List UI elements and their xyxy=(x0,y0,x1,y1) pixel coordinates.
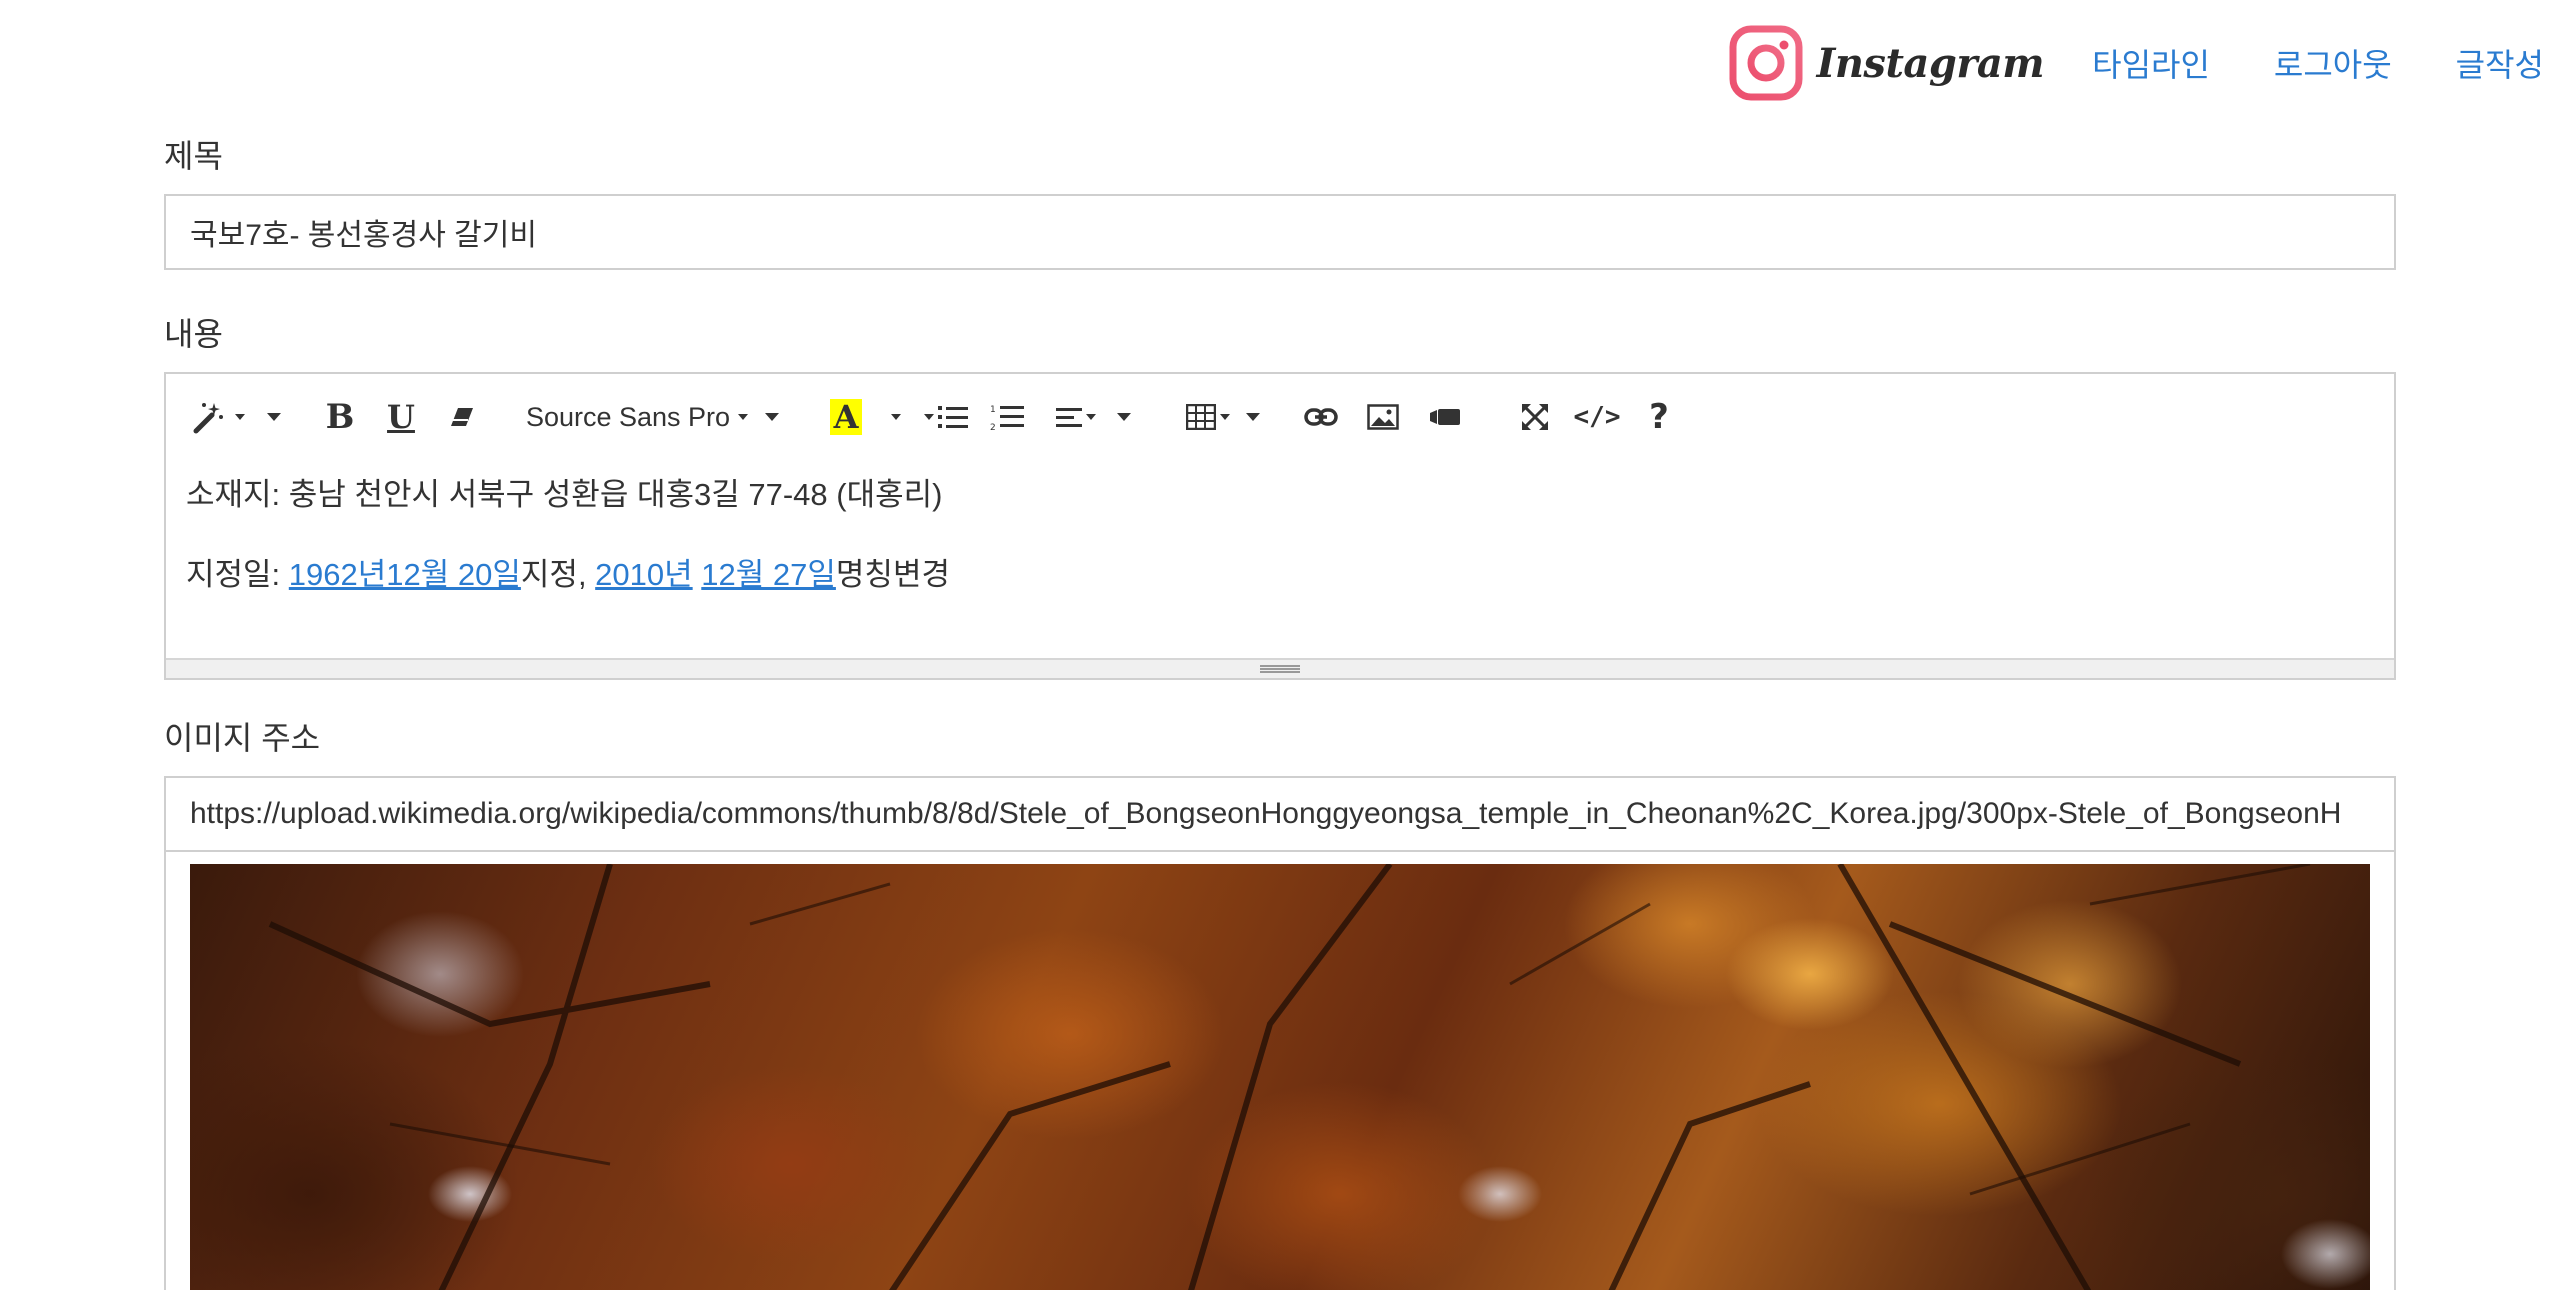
brand-wordmark: Instagram xyxy=(1816,39,2045,87)
ordered-list-icon[interactable]: 1 2 xyxy=(976,392,1038,442)
preview-photo xyxy=(190,864,2370,1290)
style-dropdown-caret[interactable] xyxy=(246,392,302,442)
brand[interactable]: Instagram xyxy=(1729,25,2045,101)
image-url-input[interactable]: https://upload.wikimedia.org/wikipedia/c… xyxy=(164,776,2396,852)
editor-toolbar: B U Source Sans Pro A 1 2 </> ? xyxy=(166,374,2394,460)
font-size-dropdown-caret[interactable] xyxy=(752,392,792,442)
svg-text:1: 1 xyxy=(990,405,996,415)
align-icon[interactable] xyxy=(1046,392,1106,442)
text-color-dropdown-caret[interactable] xyxy=(876,392,912,442)
video-icon[interactable] xyxy=(1414,392,1476,442)
content-line-location: 소재지: 충남 천안시 서북구 성환읍 대홍3길 77-48 (대홍리) xyxy=(186,477,943,512)
nav-link-logout[interactable]: 로그아웃 xyxy=(2274,40,2392,86)
title-label: 제목 xyxy=(164,138,223,174)
bold-button[interactable]: B xyxy=(310,392,370,442)
svg-text:2: 2 xyxy=(990,423,996,431)
top-nav: Instagram 타임라인 로그아웃 글작성 xyxy=(1729,0,2558,126)
date-link-2010[interactable]: 2010년 xyxy=(595,557,692,592)
code-icon[interactable]: </> xyxy=(1566,392,1628,442)
photo-branches xyxy=(268,864,2311,1290)
post-form: 제목 국보7호- 봉선홍경사 갈기비 내용 B U Source Sans Pr… xyxy=(164,130,2396,1290)
magic-icon[interactable] xyxy=(186,392,230,442)
designation-mid: 지정, xyxy=(520,557,596,592)
font-name-label: Source Sans Pro xyxy=(525,401,731,432)
date-link-1962[interactable]: 1962년12월 20일 xyxy=(289,557,521,592)
help-icon[interactable]: ? xyxy=(1628,392,1690,442)
image-preview xyxy=(164,852,2396,1290)
paragraph-dropdown-caret[interactable] xyxy=(1106,392,1142,442)
text-color-button[interactable]: A xyxy=(816,392,876,442)
title-input[interactable]: 국보7호- 봉선홍경사 갈기비 xyxy=(164,194,2396,270)
designation-prefix: 지정일: xyxy=(186,557,289,592)
fullscreen-icon[interactable] xyxy=(1504,392,1566,442)
unordered-list-icon[interactable] xyxy=(912,392,976,442)
resize-grip-icon[interactable] xyxy=(1260,665,1300,673)
magic-dropdown-caret[interactable] xyxy=(230,392,246,442)
eraser-icon[interactable] xyxy=(432,392,492,442)
picture-icon[interactable] xyxy=(1352,392,1414,442)
page: Instagram 타임라인 로그아웃 글작성 제목 국보7호- 봉선홍경사 갈… xyxy=(0,0,2558,1290)
nav-link-write[interactable]: 글작성 xyxy=(2456,40,2544,86)
editor-content[interactable]: 소재지: 충남 천안시 서북구 성환읍 대홍3길 77-48 (대홍리) 지정일… xyxy=(166,460,2394,658)
image-url-label: 이미지 주소 xyxy=(164,720,321,756)
insert-dropdown-caret[interactable] xyxy=(1238,392,1268,442)
text-color-icon: A xyxy=(829,399,863,435)
font-name-dropdown[interactable]: Source Sans Pro xyxy=(522,392,752,442)
rich-text-editor: B U Source Sans Pro A 1 2 </> ? 소재지: 충남 … xyxy=(164,372,2396,680)
date-link-1227[interactable]: 12월 27일 xyxy=(701,557,836,592)
link-icon[interactable] xyxy=(1290,392,1352,442)
nav-link-timeline[interactable]: 타임라인 xyxy=(2092,40,2210,86)
content-label: 내용 xyxy=(164,316,223,352)
designation-suffix: 명칭변경 xyxy=(835,557,950,592)
editor-resize-bar[interactable] xyxy=(166,658,2394,678)
content-line-designation: 지정일: 1962년12월 20일지정, 2010년 12월 27일명칭변경 xyxy=(186,550,2374,600)
table-icon[interactable] xyxy=(1178,392,1238,442)
instagram-icon xyxy=(1729,25,1803,101)
underline-button[interactable]: U xyxy=(370,392,432,442)
